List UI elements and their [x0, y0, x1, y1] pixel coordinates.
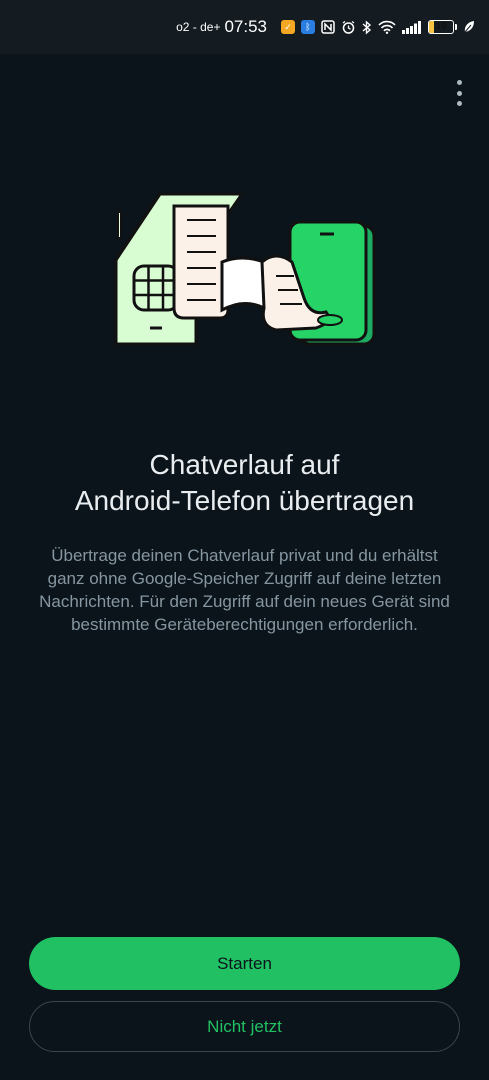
battery-icon: 19: [428, 20, 457, 34]
signal-icon: [402, 20, 422, 34]
leaf-icon: [463, 20, 475, 34]
app-notification-icon: ✓: [281, 20, 295, 34]
bluetooth-icon: [362, 19, 372, 35]
more-options-button[interactable]: [449, 80, 469, 106]
clock: 07:53: [224, 17, 267, 36]
not-now-button[interactable]: Nicht jetzt: [29, 1001, 460, 1052]
bluetooth-app-icon: ᛒ: [301, 20, 315, 34]
status-bar: o2 - de+ 07:53 ✓ ᛒ 19: [0, 0, 489, 54]
carrier-label: o2 - de+: [176, 20, 221, 34]
alarm-icon: [341, 20, 356, 35]
page-description: Übertrage deinen Chatverlauf privat und …: [39, 546, 450, 634]
battery-level: 19: [435, 21, 447, 32]
chat-transfer-illustration: [104, 190, 386, 350]
wifi-icon: [378, 20, 396, 34]
page-title: Chatverlauf auf Android-Telefon übertrag…: [74, 449, 415, 516]
start-button[interactable]: Starten: [29, 937, 460, 990]
nfc-icon: [321, 20, 335, 34]
more-vert-icon: [456, 80, 462, 85]
